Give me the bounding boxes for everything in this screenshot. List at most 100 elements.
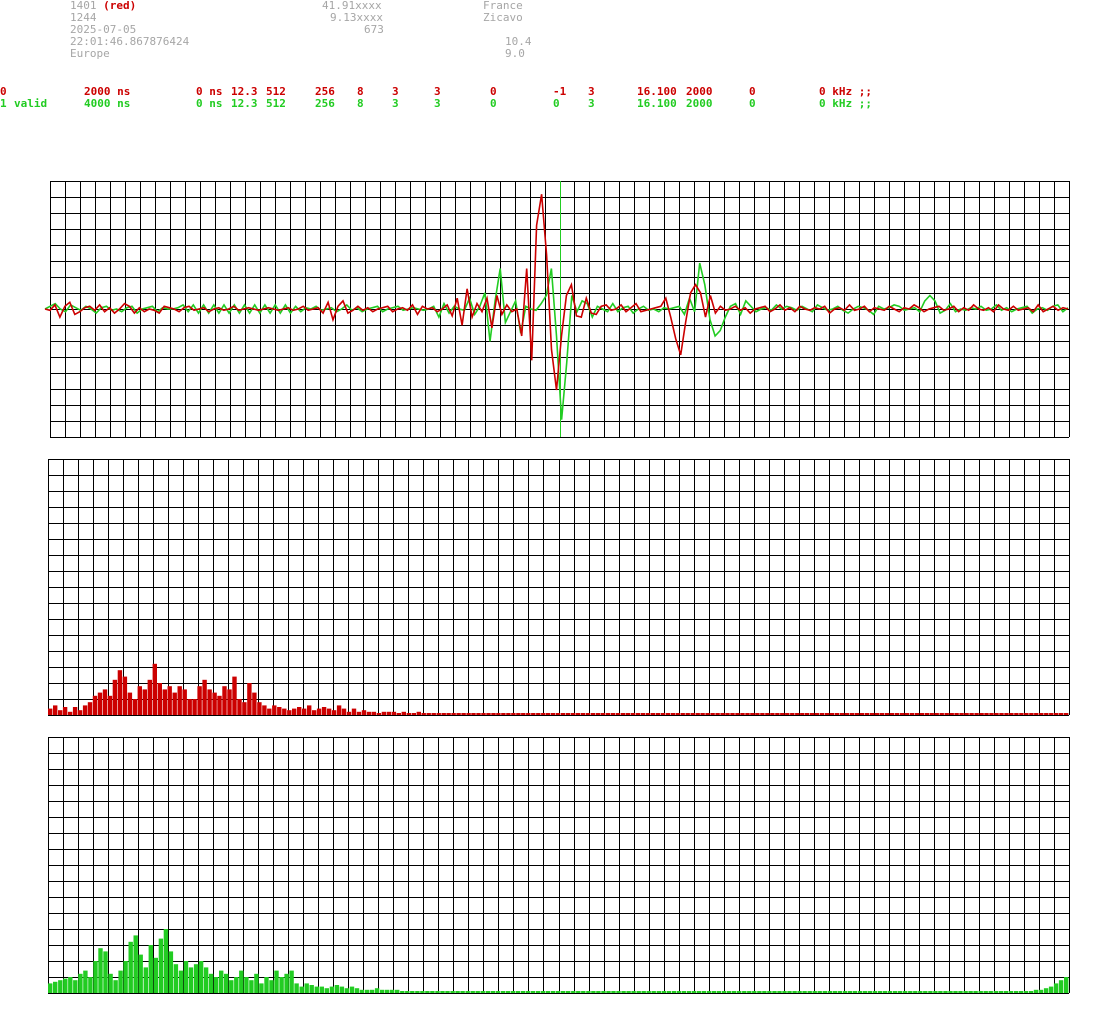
spectrum-bar <box>1014 713 1019 715</box>
spectrum-bar <box>765 713 770 715</box>
spectrum-bar <box>446 713 451 715</box>
spectrum-bar <box>792 991 797 993</box>
spectrum-bar <box>421 713 426 715</box>
spectrum-bar <box>680 713 685 715</box>
spectrum-bar <box>984 713 989 715</box>
spectrum-bar <box>229 980 234 993</box>
spectrum-bar <box>556 991 561 993</box>
ch-gain: 12.3 <box>231 97 258 110</box>
spectrum-bar <box>857 991 863 993</box>
spectrum-bar <box>1019 713 1024 715</box>
spectrum-bar <box>994 713 999 715</box>
spectrum-bar <box>312 710 317 715</box>
station-region: Europe <box>70 47 110 60</box>
spectrum-bar <box>591 991 596 993</box>
spectrum-bar <box>615 713 621 715</box>
spectrum-bar <box>107 695 113 715</box>
spectrum-bar <box>571 991 576 993</box>
spectrum-bar <box>685 713 690 715</box>
spectrum-bar <box>173 964 179 993</box>
spectrum-bars-ch0 <box>48 663 1069 715</box>
spectrum-bar <box>913 991 918 993</box>
spectrum-bar <box>898 991 903 993</box>
spectrum-bar <box>282 708 287 715</box>
spectrum-plot-ch1 <box>48 737 1070 994</box>
spectrum-bar <box>732 991 737 993</box>
spectrum-bar <box>198 961 204 993</box>
station-val2: 9.0 <box>505 47 525 60</box>
spectrum-bar <box>1029 713 1034 715</box>
spectrum-bar <box>451 713 456 715</box>
spectrum-bar <box>152 663 157 715</box>
spectrum-bar <box>316 708 322 715</box>
spectrum-bar <box>869 713 875 715</box>
spectrum-bar <box>817 991 822 993</box>
spectrum-bar <box>720 713 725 715</box>
spectrum-bar <box>903 991 908 993</box>
spectrum-bar <box>68 977 73 993</box>
spectrum-bar <box>168 951 174 993</box>
spectrum-bar <box>495 991 500 993</box>
spectrum-bar <box>556 713 561 715</box>
spectrum-bar <box>138 954 143 993</box>
spectrum-bar <box>716 991 722 993</box>
spectrum-bar <box>491 713 496 715</box>
spectrum-bar <box>747 991 752 993</box>
spectrum-bar <box>1039 713 1044 715</box>
spectrum-bar <box>787 991 792 993</box>
grid <box>48 737 1070 994</box>
spectrum-bar <box>162 689 167 715</box>
spectrum-bar <box>361 710 367 715</box>
spectrum-bar <box>309 985 314 993</box>
spectrum-bar <box>737 991 742 993</box>
spectrum-bar <box>666 991 671 993</box>
spectrum-bar <box>958 991 963 993</box>
spectrum-bar <box>426 713 431 715</box>
spectrum-bar <box>829 713 835 715</box>
spectrum-bar <box>239 970 244 993</box>
spectrum-bar <box>470 991 475 993</box>
spectrum-bar <box>193 964 199 993</box>
spectrum-bar <box>909 713 914 715</box>
spectrum-bar <box>711 991 717 993</box>
spectrum-bar <box>1028 991 1034 993</box>
spectrum-bar <box>834 713 840 715</box>
spectrum-bar <box>272 705 277 715</box>
spectrum-bar <box>299 986 304 993</box>
ch-n6: 0 <box>490 97 497 110</box>
spectrum-bar <box>641 991 646 993</box>
spectrum-bar <box>302 708 307 715</box>
spectrum-bar <box>650 713 655 715</box>
spectrum-bar <box>521 713 526 715</box>
spectrum-bar <box>998 991 1003 993</box>
spectrum-bar <box>690 713 695 715</box>
spectrum-bar <box>108 973 113 993</box>
spectrum-bar <box>506 713 511 715</box>
spectrum-bar <box>1023 991 1029 993</box>
spectrum-bar <box>279 977 284 993</box>
spectrum-bar <box>511 713 516 715</box>
spectrum-bar <box>217 695 222 715</box>
spectrum-bar <box>919 713 924 715</box>
spectrum-bar <box>172 692 177 715</box>
spectrum-bar <box>112 679 118 715</box>
spectrum-bar <box>989 713 994 715</box>
spectrum-bar <box>450 991 455 993</box>
spectrum-bar <box>656 991 661 993</box>
spectrum-bar <box>356 711 362 715</box>
spectrum-bar <box>762 991 767 993</box>
spectrum-bar <box>435 991 440 993</box>
spectrum-bar <box>867 991 873 993</box>
spectrum-bar <box>963 991 968 993</box>
spectrum-bar <box>929 713 934 715</box>
spectrum-bar <box>98 948 103 993</box>
spectrum-bar <box>219 970 224 993</box>
spectrum-bar <box>346 711 352 715</box>
spectrum-bar <box>551 713 556 715</box>
spectrum-bar <box>72 707 78 715</box>
spectrum-bar <box>959 713 964 715</box>
spectrum-bar <box>596 991 601 993</box>
spectrum-bar <box>879 713 885 715</box>
spectrum-bar <box>802 991 807 993</box>
spectrum-bar <box>610 713 616 715</box>
